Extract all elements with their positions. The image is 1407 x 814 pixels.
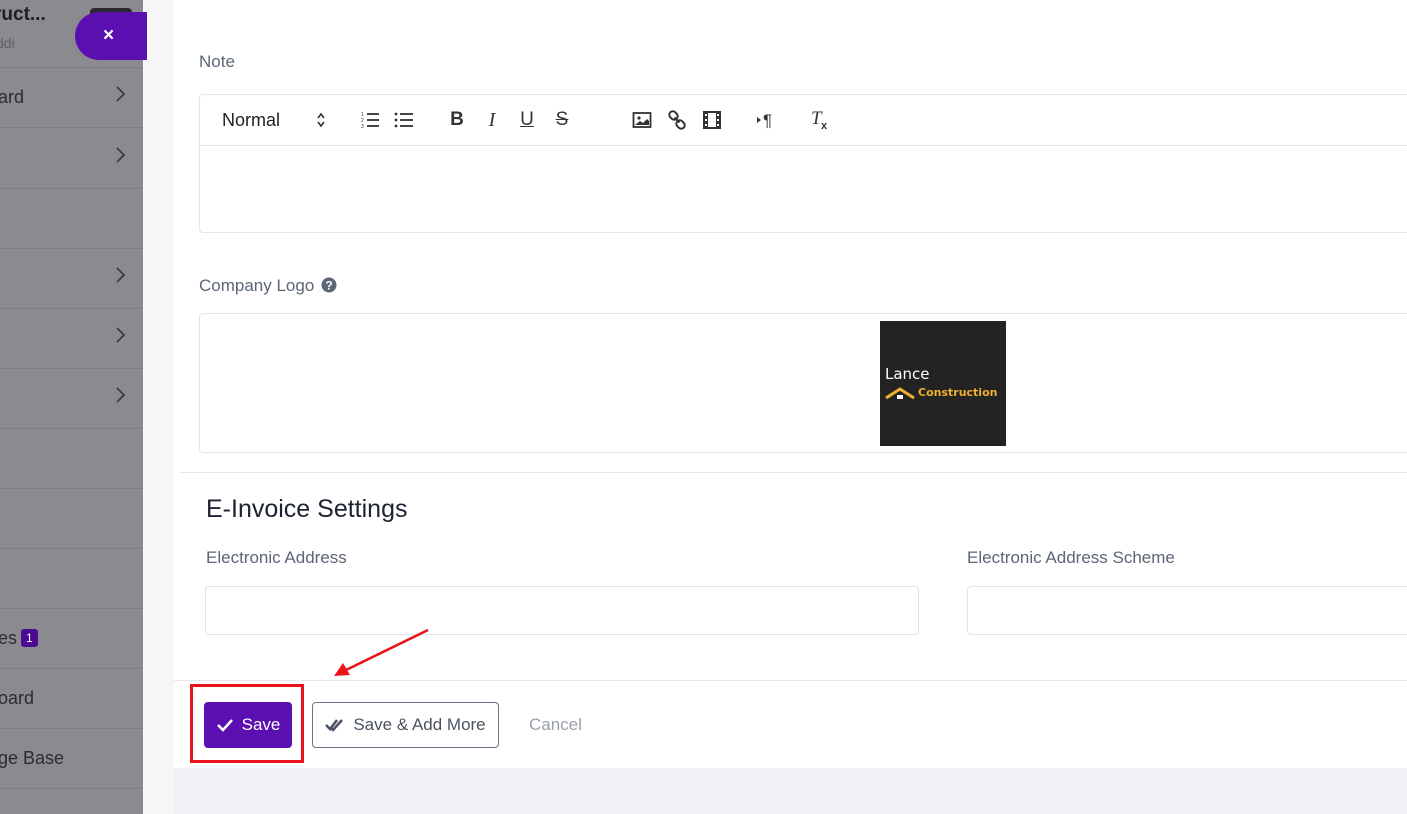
company-name: ruct...: [0, 4, 46, 25]
section-divider: [180, 472, 1407, 473]
format-select[interactable]: Normal: [222, 110, 280, 131]
underline-icon[interactable]: U: [515, 108, 539, 132]
image-icon[interactable]: [630, 108, 654, 132]
ordered-list-icon[interactable]: 123: [358, 108, 382, 132]
chevron-right-icon: [116, 86, 126, 102]
logo-text: Lance: [885, 365, 930, 383]
sidebar-item[interactable]: [0, 369, 143, 429]
check-icon: [216, 719, 233, 732]
sidebar-item[interactable]: [0, 549, 143, 609]
sidebar-item-label: ard: [0, 87, 25, 107]
logo-upload-dropzone[interactable]: Lance Construction: [199, 313, 1407, 453]
note-label: Note: [199, 52, 235, 71]
chevron-right-icon: [116, 327, 126, 343]
form-panel: Note Normal 123 B I U S ¶ T x Company Lo…: [174, 0, 1407, 768]
sidebar-item[interactable]: [0, 309, 143, 369]
save-and-add-more-button[interactable]: Save & Add More: [312, 702, 499, 748]
house-roof-icon: [885, 387, 915, 400]
svg-text:x: x: [821, 120, 828, 131]
close-panel-button[interactable]: ×: [75, 12, 147, 60]
editor-toolbar: Normal 123 B I U S ¶ T x: [200, 95, 1407, 146]
chevron-right-icon: [116, 147, 126, 163]
sidebar-item-label: ge Base: [0, 748, 65, 768]
italic-icon[interactable]: I: [480, 108, 504, 132]
sidebar-item-updates[interactable]: es 1: [0, 609, 143, 669]
sidebar-item-knowledge-base[interactable]: ge Base: [0, 729, 143, 789]
sidebar-item[interactable]: [0, 489, 143, 549]
einvoice-section-title: E-Invoice Settings: [206, 495, 408, 523]
sidebar-item[interactable]: [0, 129, 143, 189]
sidebar-item[interactable]: [0, 429, 143, 489]
sidebar-item-board[interactable]: oard: [0, 669, 143, 729]
select-caret-icon: [317, 112, 325, 128]
cancel-button[interactable]: Cancel: [529, 715, 582, 735]
svg-text:?: ?: [325, 279, 332, 293]
company-logo-image: Lance Construction: [880, 321, 1006, 446]
sidebar-item[interactable]: [0, 189, 143, 249]
sidebar-item-label: es 1: [0, 628, 38, 649]
chevron-right-icon: [116, 267, 126, 283]
electronic-address-label: Electronic Address: [206, 548, 347, 567]
save-button-label: Save: [241, 715, 281, 734]
note-editor: Normal 123 B I U S ¶ T x: [199, 94, 1407, 233]
svg-text:3: 3: [361, 124, 364, 130]
bold-icon[interactable]: B: [445, 108, 469, 132]
strike-icon[interactable]: S: [550, 108, 574, 132]
svg-text:¶: ¶: [763, 111, 772, 130]
note-textarea[interactable]: [200, 147, 1407, 233]
bullet-list-icon[interactable]: [392, 108, 416, 132]
double-check-icon: [325, 719, 344, 732]
sidebar: ruct... ddi ard es1 oard ge Base: [0, 0, 143, 814]
count-badge: 1: [21, 629, 38, 647]
save-and-add-more-label: Save & Add More: [353, 715, 486, 734]
chevron-right-icon: [116, 387, 126, 403]
sidebar-item-dashboard[interactable]: ard: [0, 68, 143, 128]
save-button[interactable]: Save: [204, 702, 292, 748]
help-icon[interactable]: ?: [321, 277, 337, 293]
user-name: ddi: [0, 35, 15, 51]
form-actions: Save Save & Add More Cancel: [174, 680, 1407, 768]
electronic-address-scheme-input[interactable]: [967, 586, 1407, 635]
logo-subtext: Construction: [918, 386, 998, 399]
electronic-address-scheme-label: Electronic Address Scheme: [967, 548, 1175, 567]
video-icon[interactable]: [700, 108, 724, 132]
clear-format-icon[interactable]: Tx: [808, 108, 832, 132]
sidebar-item-label: oard: [0, 688, 35, 708]
link-icon[interactable]: [665, 108, 689, 132]
text-direction-icon[interactable]: ¶: [755, 108, 779, 132]
electronic-address-input[interactable]: [205, 586, 919, 635]
panel-gutter: [143, 0, 174, 814]
sidebar-item[interactable]: [0, 249, 143, 309]
company-logo-label: Company Logo ?: [199, 276, 337, 296]
